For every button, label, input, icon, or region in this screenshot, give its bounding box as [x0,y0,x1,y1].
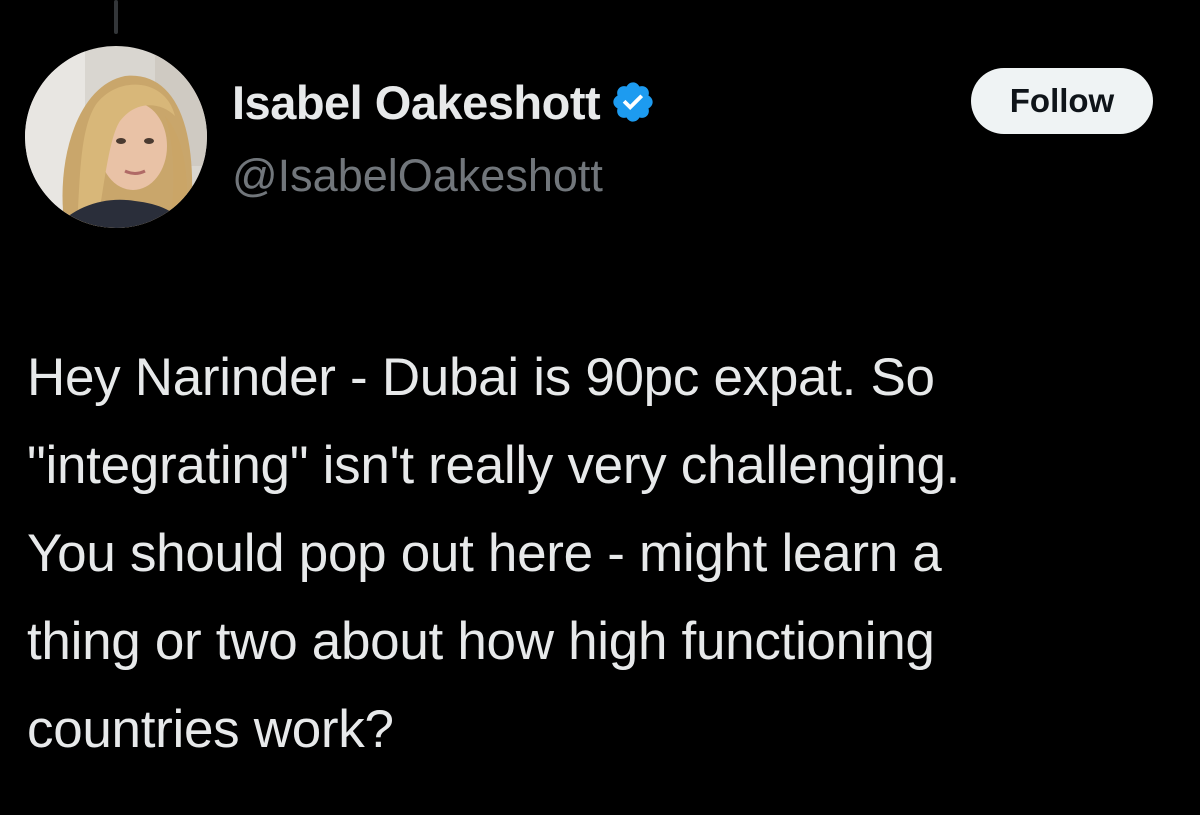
tweet-text: Hey Narinder - Dubai is 90pc expat. So "… [27,334,1187,774]
author-handle[interactable]: @IsabelOakeshott [232,150,603,202]
verified-badge-icon [610,79,656,125]
thread-connector-line [114,0,118,34]
tweet-text-line: countries work? [27,700,394,759]
avatar[interactable] [25,46,207,228]
display-name[interactable]: Isabel Oakeshott [232,75,601,130]
tweet-text-line: You should pop out here - might learn a [27,524,942,583]
tweet-text-line: "integrating" isn't really very challeng… [27,436,961,495]
author-name-row: Isabel Oakeshott [232,74,656,130]
tweet-text-line: thing or two about how high functioning [27,612,935,671]
tweet-text-line: Hey Narinder - Dubai is 90pc expat. So [27,348,935,407]
follow-button[interactable]: Follow [971,68,1153,134]
avatar-image [25,46,207,228]
